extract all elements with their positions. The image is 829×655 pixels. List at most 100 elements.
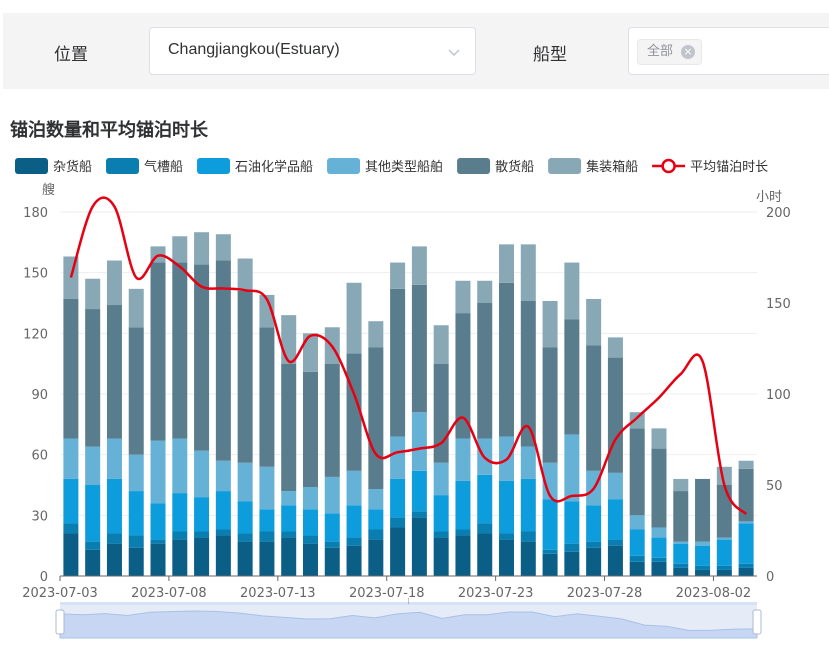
slider-left-handle[interactable] [55, 609, 65, 635]
bar-segment [390, 436, 406, 479]
slider-right-handle[interactable] [752, 609, 762, 635]
bar-segment [433, 537, 449, 576]
bar-segment [237, 258, 253, 291]
bar-segment [215, 535, 231, 576]
bar-segment [150, 440, 166, 504]
y-right-tick-label: 150 [766, 297, 791, 312]
bar-segment [281, 531, 297, 538]
bar-segment [673, 541, 689, 544]
location-label: 位置 [54, 45, 88, 65]
x-tick-label: 2023-08-02 [676, 586, 752, 601]
bar-segment [455, 529, 471, 536]
bar-segment [607, 545, 623, 576]
y-left-tick-label: 60 [31, 449, 48, 464]
bar-segment [172, 493, 188, 532]
bar-segment [673, 543, 689, 564]
bar-segment [433, 363, 449, 463]
bar-segment [302, 509, 318, 536]
bar-segment [695, 565, 711, 570]
bar-segment [695, 541, 711, 546]
bar-segment [106, 533, 122, 544]
bar-segment [302, 535, 318, 544]
bar-segment [651, 537, 667, 558]
bar-segment [259, 509, 275, 532]
ship-type-select[interactable]: 全部 × [628, 27, 829, 75]
bar-segment [564, 501, 580, 544]
bar-segment [673, 491, 689, 542]
bar-segment [324, 363, 340, 477]
bar-segment [281, 537, 297, 576]
bar-segment [607, 337, 623, 358]
bar-segment [194, 531, 210, 538]
x-tick-label: 2023-07-08 [131, 586, 207, 601]
bar-segment [215, 529, 231, 536]
bar-segment [215, 260, 231, 461]
bar-segment [499, 244, 515, 283]
bar-segment [150, 503, 166, 540]
bar-segment [128, 491, 144, 536]
bar-segment [368, 321, 384, 348]
bar-segment [695, 478, 711, 542]
bar-segment [194, 450, 210, 498]
bar-segment [499, 282, 515, 437]
bar-segment [215, 491, 231, 530]
legend-label: 平均锚泊时长 [690, 160, 768, 175]
bar-segment [63, 478, 79, 524]
bar-segment [716, 569, 732, 576]
bar-segment [651, 527, 667, 538]
bar-segment [433, 495, 449, 532]
bar-segment [194, 232, 210, 265]
bar-segment [673, 478, 689, 492]
bar-segment [237, 501, 253, 534]
legend-swatch [106, 158, 140, 174]
bar-segment [586, 541, 602, 548]
bar-segment [390, 288, 406, 437]
bar-segment [194, 537, 210, 576]
y-right-tick-label: 100 [766, 388, 791, 403]
bar-segment [368, 509, 384, 530]
bar-segment [194, 264, 210, 451]
bar-segment [63, 533, 79, 576]
bar-segment [302, 371, 318, 488]
y-right-tick-label: 50 [766, 479, 783, 494]
bar-segment [564, 262, 580, 320]
bar-segment [477, 303, 493, 439]
bar-segment [106, 305, 122, 439]
legend-label: 气槽船 [144, 159, 183, 175]
bar-segment [128, 547, 144, 576]
legend-label: 散货船 [495, 159, 534, 175]
bar-segment [128, 535, 144, 548]
bar-segment [346, 537, 362, 546]
y-left-tick-label: 120 [23, 327, 48, 342]
bar-segment [520, 244, 536, 301]
bar-segment [564, 434, 580, 502]
slider-grip-icon: ⁞ [407, 597, 410, 607]
legend-label: 集装箱船 [586, 159, 638, 175]
bar-segment [629, 529, 645, 556]
legend-swatch [548, 158, 582, 174]
bar-segment [128, 454, 144, 492]
bar-segment [520, 531, 536, 542]
bar-segment [542, 300, 558, 348]
location-select[interactable]: Changjiangkou(Estuary) [149, 27, 476, 75]
bar-segment [542, 347, 558, 463]
bar-segment [586, 298, 602, 346]
bar-segment [520, 446, 536, 479]
bar-segment [390, 478, 406, 518]
legend-label: 石油化学品船 [235, 159, 313, 175]
bar-segment [259, 541, 275, 576]
bar-segment [716, 565, 732, 570]
bar-segment [324, 513, 340, 542]
avg-anchorage-line [69, 196, 748, 516]
bar-segment [194, 497, 210, 532]
bar-segment [390, 262, 406, 289]
bar-segment [259, 531, 275, 542]
y-left-tick-label: 0 [40, 570, 48, 585]
bar-segment [85, 309, 101, 447]
bar-segment [629, 561, 645, 576]
bar-segment [215, 460, 231, 492]
bar-segment [738, 567, 754, 576]
close-icon[interactable]: × [681, 45, 696, 59]
legend-label: 杂货船 [53, 159, 92, 175]
bar-segment [324, 541, 340, 548]
